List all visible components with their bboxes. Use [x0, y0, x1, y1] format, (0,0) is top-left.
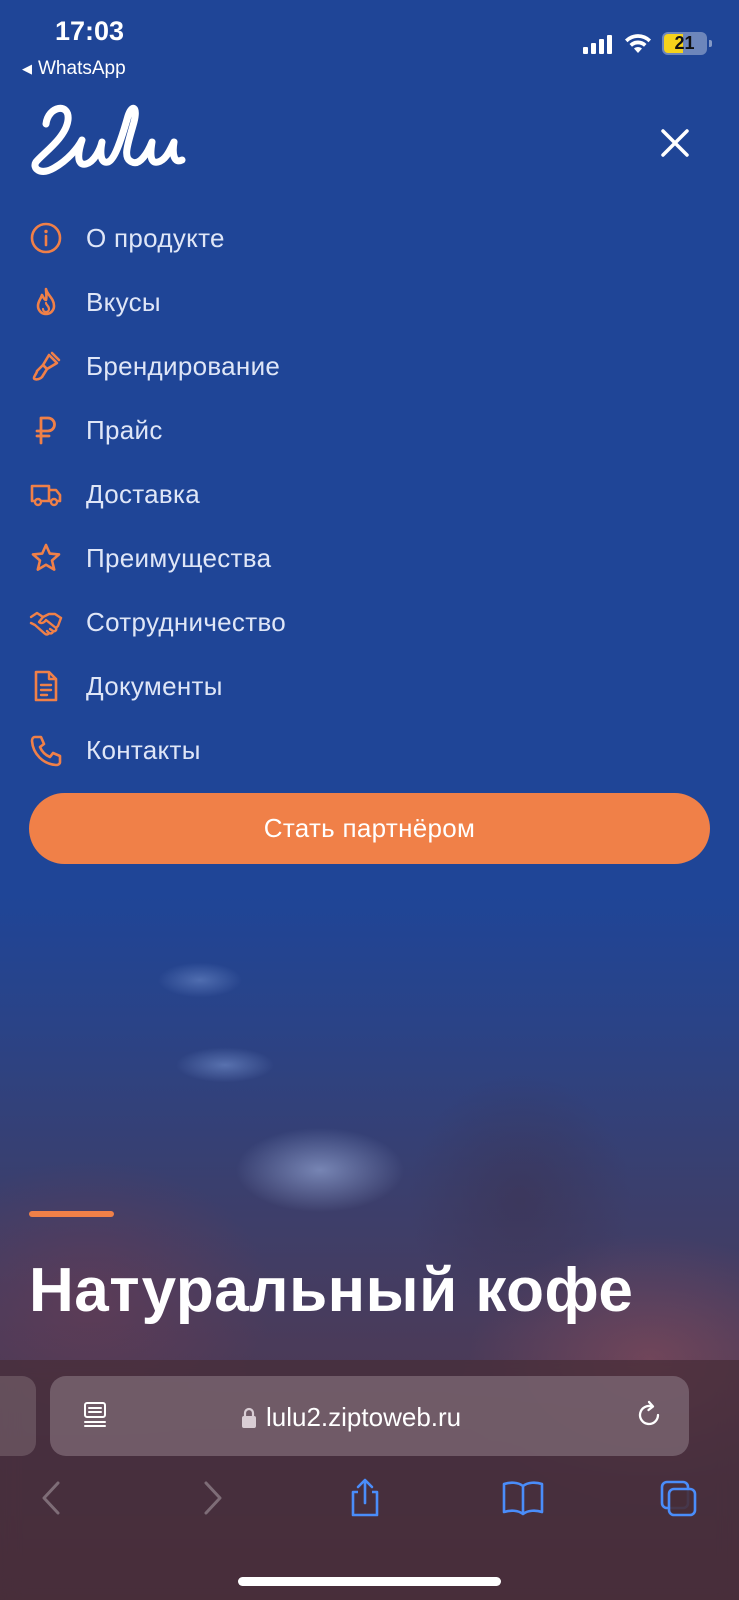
back-app-label: WhatsApp: [38, 58, 126, 79]
info-icon: [28, 220, 64, 256]
battery-icon: 21: [662, 32, 712, 55]
menu-item-about[interactable]: О продукте: [28, 206, 708, 270]
menu-item-flavors[interactable]: Вкусы: [28, 270, 708, 334]
lulu-logo[interactable]: [28, 96, 188, 186]
menu-item-label: Доставка: [86, 478, 201, 509]
menu-item-delivery[interactable]: Доставка: [28, 462, 708, 526]
menu-item-price[interactable]: Прайс: [28, 398, 708, 462]
back-to-app-link[interactable]: ◀ WhatsApp: [22, 58, 126, 80]
menu-item-advantages[interactable]: Преимущества: [28, 526, 708, 590]
menu-item-cooperation[interactable]: Сотрудничество: [28, 590, 708, 654]
menu-item-label: О продукте: [86, 222, 225, 253]
menu-item-label: Преимущества: [86, 542, 272, 573]
paintbrush-icon: [28, 348, 64, 384]
handshake-icon: [28, 604, 64, 640]
flame-icon: [28, 284, 64, 320]
lock-icon: [242, 1407, 256, 1428]
menu-item-label: Вкусы: [86, 286, 161, 317]
url-text: lulu2.ziptoweb.ru: [266, 1402, 462, 1432]
share-icon[interactable]: [345, 1478, 385, 1518]
reader-mode-icon[interactable]: [80, 1400, 110, 1430]
wifi-icon: [625, 34, 651, 53]
menu-item-label: Документы: [86, 670, 223, 701]
tabs-icon[interactable]: [658, 1478, 698, 1518]
phone-icon: [28, 732, 64, 768]
menu-item-label: Сотрудничество: [86, 606, 287, 637]
main-menu: О продукте Вкусы Брендирование Прайс Дос…: [28, 206, 708, 782]
cellular-signal-icon: [583, 35, 612, 54]
document-icon: [28, 668, 64, 704]
status-time: 17:03: [55, 16, 125, 46]
menu-item-label: Контакты: [86, 734, 201, 765]
menu-item-branding[interactable]: Брендирование: [28, 334, 708, 398]
menu-item-label: Брендирование: [86, 350, 281, 381]
reload-icon[interactable]: [634, 1400, 664, 1430]
menu-item-contacts[interactable]: Контакты: [28, 718, 708, 782]
back-triangle-icon: ◀: [22, 61, 32, 76]
ruble-icon: [28, 412, 64, 448]
star-icon: [28, 540, 64, 576]
previous-tab-preview[interactable]: [0, 1376, 36, 1456]
bookmarks-icon[interactable]: [501, 1478, 545, 1518]
menu-item-documents[interactable]: Документы: [28, 654, 708, 718]
forward-arrow-icon[interactable]: [192, 1478, 232, 1518]
truck-icon: [28, 476, 64, 512]
hero-title: Натуральный кофе: [29, 1256, 634, 1325]
battery-level: 21: [674, 33, 695, 53]
become-partner-button[interactable]: Стать партнёром: [29, 793, 710, 864]
url-display[interactable]: lulu2.ziptoweb.ru: [240, 1402, 461, 1433]
home-indicator[interactable]: [238, 1577, 501, 1586]
menu-item-label: Прайс: [86, 414, 163, 445]
close-menu-button[interactable]: [654, 122, 696, 164]
status-bar: 17:03 ◀ WhatsApp 21: [0, 0, 739, 86]
back-arrow-icon[interactable]: [32, 1478, 72, 1518]
hero-accent-line: [29, 1211, 114, 1217]
